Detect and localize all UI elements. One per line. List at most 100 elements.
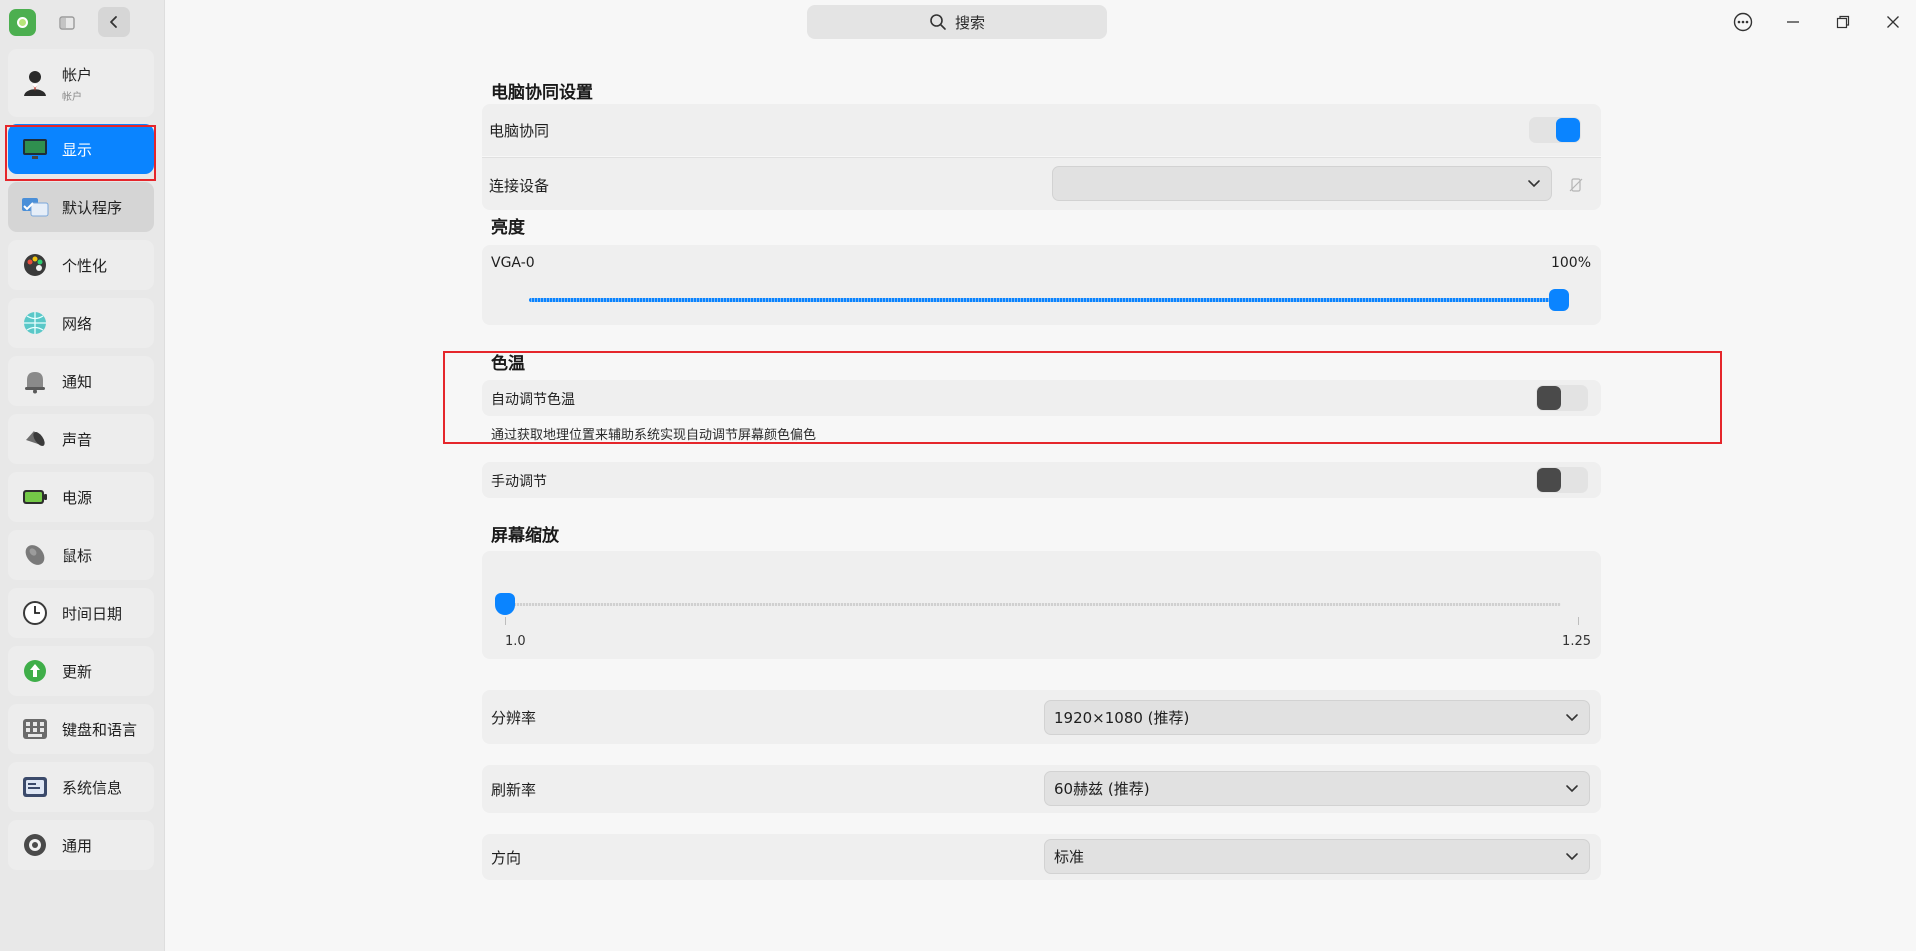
manual-color-temp-row: 手动调节 bbox=[482, 462, 1601, 498]
battery-icon bbox=[20, 482, 50, 512]
scaling-section-title: 屏幕缩放 bbox=[491, 526, 559, 546]
sidebar-item-datetime[interactable]: 时间日期 bbox=[8, 588, 154, 638]
minimize-icon bbox=[1787, 21, 1799, 23]
auto-color-temp-row: 自动调节色温 bbox=[482, 380, 1601, 416]
auto-color-temp-toggle[interactable] bbox=[1536, 385, 1588, 411]
resolution-select[interactable]: 1920×1080 (推荐) bbox=[1044, 700, 1590, 735]
monitor-icon bbox=[20, 134, 50, 164]
sidebar-item-notification[interactable]: 通知 bbox=[8, 356, 154, 406]
brightness-slider-handle[interactable] bbox=[1549, 289, 1569, 311]
refresh-rate-select[interactable]: 60赫兹 (推荐) bbox=[1044, 771, 1590, 806]
search-placeholder: 搜索 bbox=[954, 13, 985, 32]
minimize-button[interactable] bbox=[1780, 9, 1806, 35]
auto-color-temp-label: 自动调节色温 bbox=[491, 392, 575, 408]
search-input[interactable]: 搜索 bbox=[807, 5, 1107, 39]
orientation-value: 标准 bbox=[1054, 848, 1085, 866]
general-icon bbox=[20, 830, 50, 860]
clock-icon bbox=[20, 598, 50, 628]
brightness-card: VGA-0 100% bbox=[482, 245, 1601, 325]
back-button[interactable] bbox=[98, 7, 130, 37]
brightness-section-title: 亮度 bbox=[491, 218, 525, 238]
auto-color-temp-description: 通过获取地理位置来辅助系统实现自动调节屏幕颜色偏色 bbox=[491, 428, 817, 443]
chevron-down-icon bbox=[1566, 785, 1578, 793]
sidebar-item-label: 帐户 bbox=[62, 65, 93, 84]
sidebar-header bbox=[0, 0, 164, 44]
mouse-icon bbox=[20, 540, 50, 570]
scaling-min-label: 1.0 bbox=[505, 634, 526, 649]
chevron-down-icon bbox=[1566, 714, 1578, 722]
sidebar-item-account[interactable]: 帐户 帐户 bbox=[8, 49, 154, 117]
unlink-icon bbox=[1569, 178, 1583, 192]
restore-icon bbox=[1836, 15, 1850, 29]
collab-toggle-row: 电脑协同 bbox=[482, 104, 1601, 156]
sidebar-item-keyboard-language[interactable]: 键盘和语言 bbox=[8, 704, 154, 754]
sidebar: 帐户 帐户 显示 默认程序 个性化 网络 通知 声音 电源 鼠标 时间日期 更新… bbox=[0, 0, 165, 951]
maximize-button[interactable] bbox=[1830, 9, 1856, 35]
sidebar-item-personalization[interactable]: 个性化 bbox=[8, 240, 154, 290]
scaling-tick-min bbox=[505, 617, 506, 625]
app-logo-icon bbox=[9, 9, 36, 36]
sidebar-item-mouse[interactable]: 鼠标 bbox=[8, 530, 154, 580]
brightness-slider-track[interactable] bbox=[529, 298, 1559, 302]
keyboard-icon bbox=[20, 714, 50, 744]
chevron-down-icon bbox=[1528, 180, 1540, 188]
connect-device-label: 连接设备 bbox=[489, 177, 550, 195]
orientation-select[interactable]: 标准 bbox=[1044, 839, 1590, 874]
sidebar-item-label: 默认程序 bbox=[62, 198, 123, 217]
resolution-row: 分辨率 1920×1080 (推荐) bbox=[482, 690, 1601, 744]
resolution-label: 分辨率 bbox=[491, 709, 537, 727]
scaling-slider-handle[interactable] bbox=[495, 593, 515, 615]
system-info-icon bbox=[20, 772, 50, 802]
manual-color-temp-toggle[interactable] bbox=[1536, 467, 1588, 493]
chevron-down-icon bbox=[1566, 853, 1578, 861]
refresh-rate-value: 60赫兹 (推荐) bbox=[1054, 780, 1150, 798]
sidebar-item-label: 更新 bbox=[62, 662, 93, 681]
refresh-rate-row: 刷新率 60赫兹 (推荐) bbox=[482, 765, 1601, 813]
sidebar-item-label: 鼠标 bbox=[62, 546, 93, 565]
sidebar-item-general[interactable]: 通用 bbox=[8, 820, 154, 870]
resolution-value: 1920×1080 (推荐) bbox=[1054, 709, 1190, 727]
search-icon bbox=[930, 14, 946, 30]
close-button[interactable] bbox=[1880, 9, 1906, 35]
globe-icon bbox=[20, 308, 50, 338]
sidebar-item-display[interactable]: 显示 bbox=[8, 124, 154, 174]
sidebar-item-system-info[interactable]: 系统信息 bbox=[8, 762, 154, 812]
scaling-max-label: 1.25 bbox=[1562, 634, 1591, 649]
orientation-row: 方向 标准 bbox=[482, 834, 1601, 880]
connect-device-select[interactable] bbox=[1052, 166, 1552, 201]
refresh-rate-label: 刷新率 bbox=[491, 781, 537, 799]
more-options-icon bbox=[1733, 12, 1753, 32]
close-icon bbox=[1887, 16, 1899, 28]
sidebar-item-label: 声音 bbox=[62, 430, 93, 449]
palette-icon bbox=[20, 250, 50, 280]
sidebar-item-label: 个性化 bbox=[62, 256, 108, 275]
sidebar-item-sublabel: 帐户 bbox=[62, 91, 82, 103]
sidebar-item-label: 电源 bbox=[62, 488, 93, 507]
chevron-left-icon bbox=[110, 16, 117, 28]
speaker-icon bbox=[20, 424, 50, 454]
scaling-tick-max bbox=[1578, 617, 1579, 625]
color-temp-section-title: 色温 bbox=[491, 354, 525, 374]
sidebar-item-power[interactable]: 电源 bbox=[8, 472, 154, 522]
disconnect-device-button[interactable] bbox=[1562, 171, 1590, 199]
sidebar-item-sound[interactable]: 声音 bbox=[8, 414, 154, 464]
sidebar-toggle-icon[interactable] bbox=[56, 12, 78, 34]
sidebar-item-label: 网络 bbox=[62, 314, 93, 333]
brightness-percent: 100% bbox=[1550, 255, 1591, 271]
sidebar-item-label: 键盘和语言 bbox=[62, 720, 138, 739]
sidebar-item-label: 时间日期 bbox=[62, 604, 123, 623]
collab-toggle-label: 电脑协同 bbox=[489, 122, 550, 140]
brightness-monitor-name: VGA-0 bbox=[491, 255, 535, 271]
sidebar-item-update[interactable]: 更新 bbox=[8, 646, 154, 696]
sidebar-item-default-apps[interactable]: 默认程序 bbox=[8, 182, 154, 232]
bell-icon bbox=[20, 366, 50, 396]
account-icon bbox=[20, 68, 50, 98]
scaling-slider-track[interactable] bbox=[505, 603, 1561, 606]
sidebar-item-label: 系统信息 bbox=[62, 778, 123, 797]
orientation-label: 方向 bbox=[491, 849, 522, 867]
update-icon bbox=[20, 656, 50, 686]
manual-color-temp-label: 手动调节 bbox=[491, 474, 547, 490]
collab-toggle[interactable] bbox=[1529, 117, 1581, 143]
sidebar-item-network[interactable]: 网络 bbox=[8, 298, 154, 348]
more-menu-button[interactable] bbox=[1730, 9, 1756, 35]
